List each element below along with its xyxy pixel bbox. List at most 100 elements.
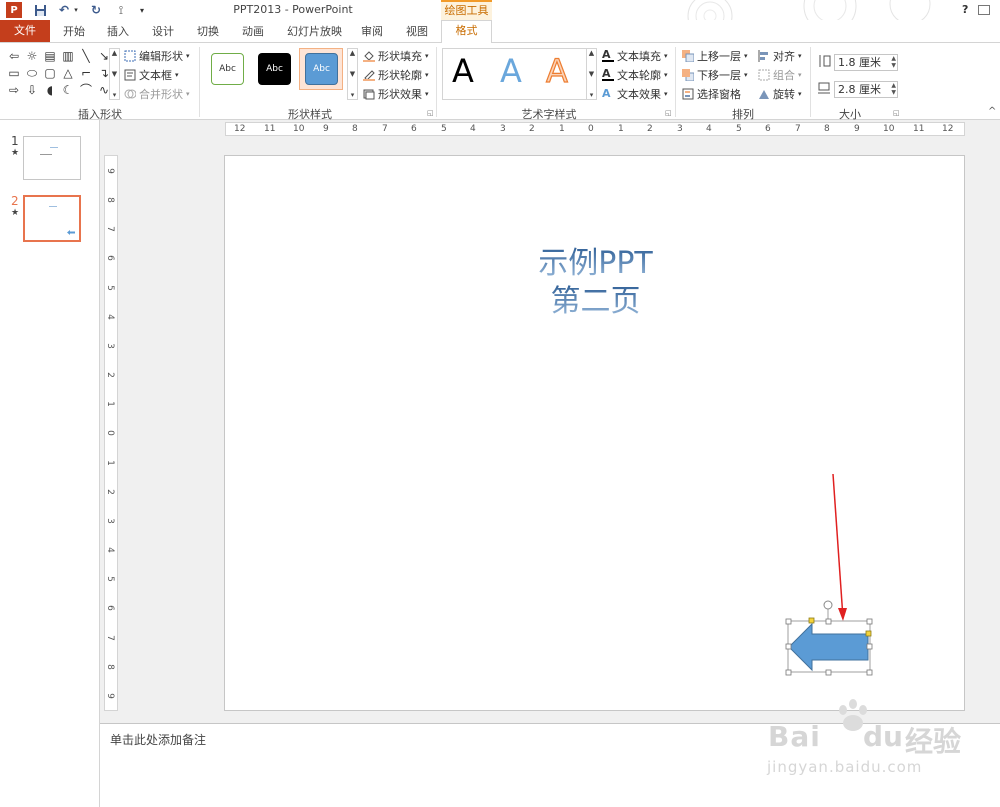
slide-thumbnail-2[interactable] [23,195,81,242]
arc-shape-icon[interactable]: ⌒ [77,82,95,99]
elbow-connector-shape-icon[interactable]: ⌐ [77,65,95,82]
selection-pane-button[interactable]: 选择窗格 [682,86,741,102]
ruler-tick-label: 11 [264,124,276,134]
resize-handle[interactable] [825,618,832,625]
dialog-launcher-icon[interactable]: ◱ [665,109,672,117]
tab-format[interactable]: 格式 [441,20,492,43]
thumbnail-number: 1 [11,134,19,148]
shape-fill-button[interactable]: 形状填充 ▾ [363,48,429,64]
tab-view[interactable]: 视图 [406,23,428,39]
shape-styles-gallery-scroll[interactable]: ▲ ▼ ▾ [347,48,358,100]
ribbon-display-icon[interactable] [978,5,990,15]
text-effects-button[interactable]: A 文本效果 ▾ [602,86,668,102]
shape-effects-button[interactable]: 形状效果 ▾ [363,86,429,102]
right-arrow-shape-icon[interactable]: ⇨ [5,82,23,99]
down-arrow-shape-icon[interactable]: ⇩ [23,82,41,99]
resize-handle[interactable] [785,669,792,676]
text-outline-button[interactable]: A 文本轮廓 ▾ [602,67,668,83]
shape-width-input[interactable]: 2.8 厘米 ▲ ▼ [834,81,898,98]
line-shape-icon[interactable]: ╲ [77,48,95,65]
spin-arrows-icon[interactable]: ▲ ▼ [891,82,896,96]
merge-shapes-button[interactable]: 合并形状 ▾ [124,86,190,102]
chevron-down-icon: ▾ [664,71,668,79]
group-separator [675,47,676,117]
align-button[interactable]: 对齐 ▾ [758,48,802,64]
resize-handle[interactable] [785,618,792,625]
rectangle-shape-icon[interactable]: ▭ [5,65,23,82]
drawing-tools-context-label: 绘图工具 [441,0,492,20]
ruler-tick-label: 0 [588,124,594,134]
rotation-handle-icon[interactable] [823,600,833,610]
sun-shape-icon[interactable]: ☼ [23,48,41,65]
ruler-tick-label: 6 [765,124,771,134]
adjust-handle[interactable] [865,630,872,637]
adjust-handle[interactable] [808,617,815,624]
ruler-tick-label: 5 [441,124,447,134]
textbox-shape-icon[interactable]: ▤ [41,48,59,65]
triangle-shape-icon[interactable]: △ [59,65,77,82]
curve-shape-icon[interactable]: ☾ [59,82,77,99]
wordart-gallery-scroll[interactable]: ▲ ▼ ▾ [586,48,597,100]
resize-handle[interactable] [785,643,792,650]
shape-outline-button[interactable]: 形状轮廓 ▾ [363,67,429,83]
group-separator [810,47,811,117]
dialog-launcher-icon[interactable]: ◱ [427,109,434,117]
text-fill-icon: A [602,49,614,62]
text-fill-button[interactable]: A 文本填充 ▾ [602,48,668,64]
shape-style-fill-blue[interactable]: Abc [305,53,338,85]
tab-review[interactable]: 审阅 [361,23,383,39]
pen-outline-icon [363,69,375,81]
ruler-tick-label: 0 [104,430,115,436]
jingyan-brand-text: 经验 [905,725,962,758]
ruler-tick-label: 7 [382,124,388,134]
resize-handle[interactable] [866,643,873,650]
tab-slide-show[interactable]: 幻灯片放映 [287,23,342,39]
left-arrow-shape[interactable] [788,622,869,672]
tab-file[interactable]: 文件 [0,20,50,42]
ruler-tick-label: 5 [104,576,115,582]
ruler-tick-label: 10 [883,124,895,134]
freeform-shape-icon[interactable]: ◖ [41,82,59,99]
shape-height-input[interactable]: 1.8 厘米 ▲ ▼ [834,54,898,71]
wordart-style-black[interactable]: A [452,51,474,91]
shapes-gallery[interactable]: ⇦ ☼ ▤ ▥ ╲ ↘ ▭ ⬭ ▢ △ ⌐ ↴ ⇨ ⇩ ◖ ☾ ⌒ ∿ [5,48,117,100]
animation-star-icon: ★ [11,208,20,218]
thumbnail-title-mark [50,147,58,148]
left-arrow-shape-icon[interactable]: ⇦ [5,48,23,65]
ruler-tick-label: 11 [913,124,925,134]
collapse-ribbon-icon[interactable]: ^ [988,106,996,117]
vertical-textbox-shape-icon[interactable]: ▥ [59,48,77,65]
tab-insert[interactable]: 插入 [107,23,129,39]
notes-placeholder[interactable]: 单击此处添加备注 [110,731,206,748]
resize-handle[interactable] [825,669,832,676]
bring-forward-button[interactable]: 上移一层 ▾ [682,48,748,64]
wordart-style-blue[interactable]: A [500,51,522,91]
tab-transitions[interactable]: 切换 [197,23,219,39]
rotate-button[interactable]: 旋转 ▾ [758,86,802,102]
shape-style-outline-green[interactable]: Abc [211,53,244,85]
send-backward-button[interactable]: 下移一层 ▾ [682,67,748,83]
dialog-launcher-icon[interactable]: ◱ [893,109,900,117]
tab-home[interactable]: 开始 [63,23,85,39]
group-separator [436,47,437,117]
group-button[interactable]: 组合 ▾ [758,67,802,83]
ruler-tick-label: 6 [104,605,115,611]
shape-style-fill-black[interactable]: Abc [258,53,291,85]
tab-design[interactable]: 设计 [152,23,174,39]
thumbnail-title-mark [49,206,57,207]
shapes-gallery-scroll[interactable]: ▲ ▼ ▾ [109,48,120,100]
rounded-rect-shape-icon[interactable]: ▢ [41,65,59,82]
resize-handle[interactable] [866,618,873,625]
title-bar: P ↶ ▾ ↻ ⟟ ▾ PPT2013 - PowerPoint 绘图工具 ? [0,0,1000,39]
resize-handle[interactable] [866,669,873,676]
ruler-tick-label: 7 [104,635,115,641]
tab-animations[interactable]: 动画 [242,23,264,39]
slide-thumbnail-1[interactable] [23,136,81,180]
edit-shape-button[interactable]: 编辑形状 ▾ [124,48,190,64]
text-box-button[interactable]: 文本框 ▾ [124,67,179,83]
spin-arrows-icon[interactable]: ▲ ▼ [891,55,896,69]
oval-shape-icon[interactable]: ⬭ [23,65,41,82]
wordart-style-orange-outline[interactable]: A [545,51,568,91]
ruler-tick-label: 3 [104,518,115,524]
slide-canvas[interactable]: 示例PPT 第二页 [224,155,965,711]
